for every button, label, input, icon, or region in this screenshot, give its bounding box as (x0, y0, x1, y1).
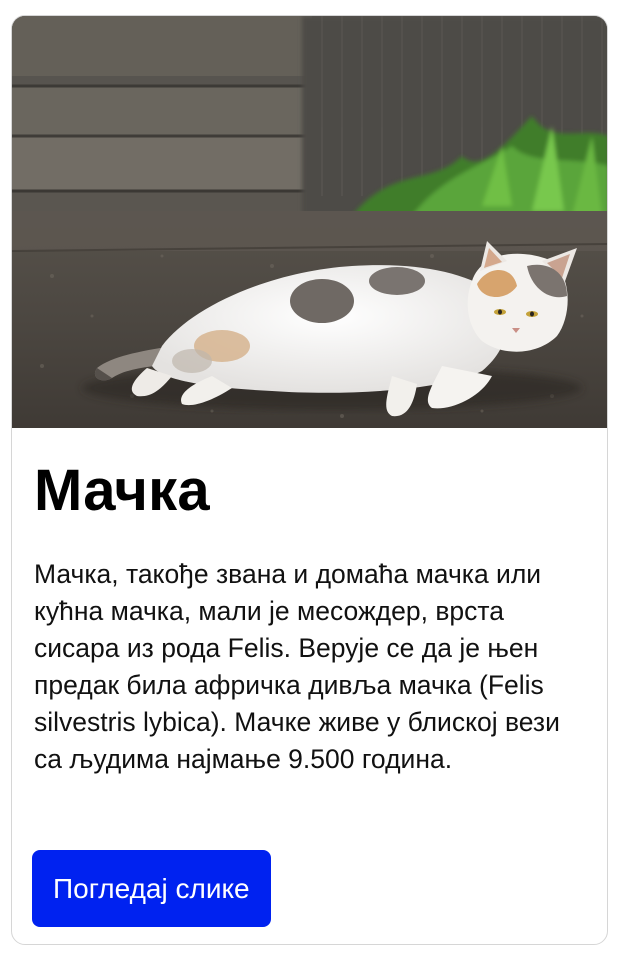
card-description: Мачка, такође звана и домаћа мачка или к… (34, 559, 560, 774)
cat-photo (12, 16, 607, 428)
article-card: Мачка Мачка, такође звана и домаћа мачка… (11, 15, 608, 945)
card-title: Мачка (34, 458, 210, 523)
view-images-button[interactable]: Погледај слике (32, 850, 271, 927)
